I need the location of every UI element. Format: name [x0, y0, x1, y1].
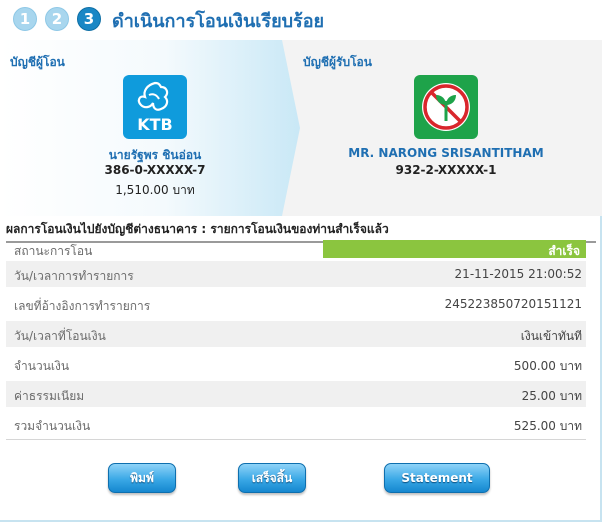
- row-label: สถานะการโอน: [14, 244, 93, 258]
- sender-account-number: 386-0-XXXXX-7: [104, 163, 206, 177]
- row-value: 25.00 บาท: [521, 389, 582, 403]
- receiver-account-number: 932-2-XXXXX-1: [395, 163, 497, 177]
- print-button[interactable]: พิมพ์: [108, 463, 176, 493]
- statement-button[interactable]: Statement: [384, 463, 490, 493]
- status-value: สำเร็จ: [548, 244, 580, 258]
- page-title: ดำเนินการโอนเงินเรียบร้อย: [112, 11, 325, 32]
- step-2-indicator: 2: [45, 7, 69, 31]
- ktb-bank-logo: KTB: [123, 75, 187, 139]
- row-value: 500.00 บาท: [513, 359, 582, 373]
- table-row-datetime: วัน/เวลาการทำรายการ 21-11-2015 21:00:52: [6, 261, 586, 287]
- row-label: วัน/เวลาการทำรายการ: [14, 269, 134, 283]
- kbank-bank-logo: [414, 75, 478, 139]
- table-row-total: รวมจำนวนเงิน 525.00 บาท: [6, 411, 586, 437]
- receiver-name: MR. NARONG SRISANTITHAM: [348, 146, 544, 160]
- table-row-amount: จำนวนเงิน 500.00 บาท: [6, 351, 586, 377]
- receiver-heading: บัญชีผู้รับโอน: [303, 55, 372, 69]
- row-value: 21-11-2015 21:00:52: [454, 267, 582, 281]
- step-3-indicator: 3: [77, 7, 101, 31]
- account-panel: บัญชีผู้โอน บัญชีผู้รับโอน KTB นายรัฐพร …: [0, 40, 602, 216]
- row-label: เลขที่อ้างอิงการทำรายการ: [14, 299, 151, 313]
- row-label: วัน/เวลาที่โอนเงิน: [14, 329, 106, 343]
- row-value: 245223850720151121: [444, 297, 582, 311]
- row-label: รวมจำนวนเงิน: [14, 419, 91, 433]
- status-badge: สำเร็จ: [323, 240, 586, 258]
- sender-heading: บัญชีผู้โอน: [10, 55, 65, 69]
- header: 1 2 3 ดำเนินการโอนเงินเรียบร้อย: [0, 0, 602, 40]
- row-value: เงินเข้าทันที: [520, 329, 582, 343]
- table-row-reference: เลขที่อ้างอิงการทำรายการ 245223850720151…: [6, 291, 586, 317]
- ktb-logo-text: KTB: [137, 115, 173, 134]
- row-label: ค่าธรรมเนียม: [14, 389, 85, 403]
- kbank-leaf-icon: [422, 83, 470, 131]
- table-divider: [6, 439, 586, 440]
- table-row-fee: ค่าธรรมเนียม 25.00 บาท: [6, 381, 586, 407]
- step-1-indicator: 1: [13, 7, 37, 31]
- sender-balance: 1,510.00 บาท: [115, 183, 195, 197]
- row-label: จำนวนเงิน: [14, 359, 70, 373]
- row-value: 525.00 บาท: [513, 419, 582, 433]
- finish-button[interactable]: เสร็จสิ้น: [238, 463, 306, 493]
- table-row-transfer-time: วัน/เวลาที่โอนเงิน เงินเข้าทันที: [6, 321, 586, 347]
